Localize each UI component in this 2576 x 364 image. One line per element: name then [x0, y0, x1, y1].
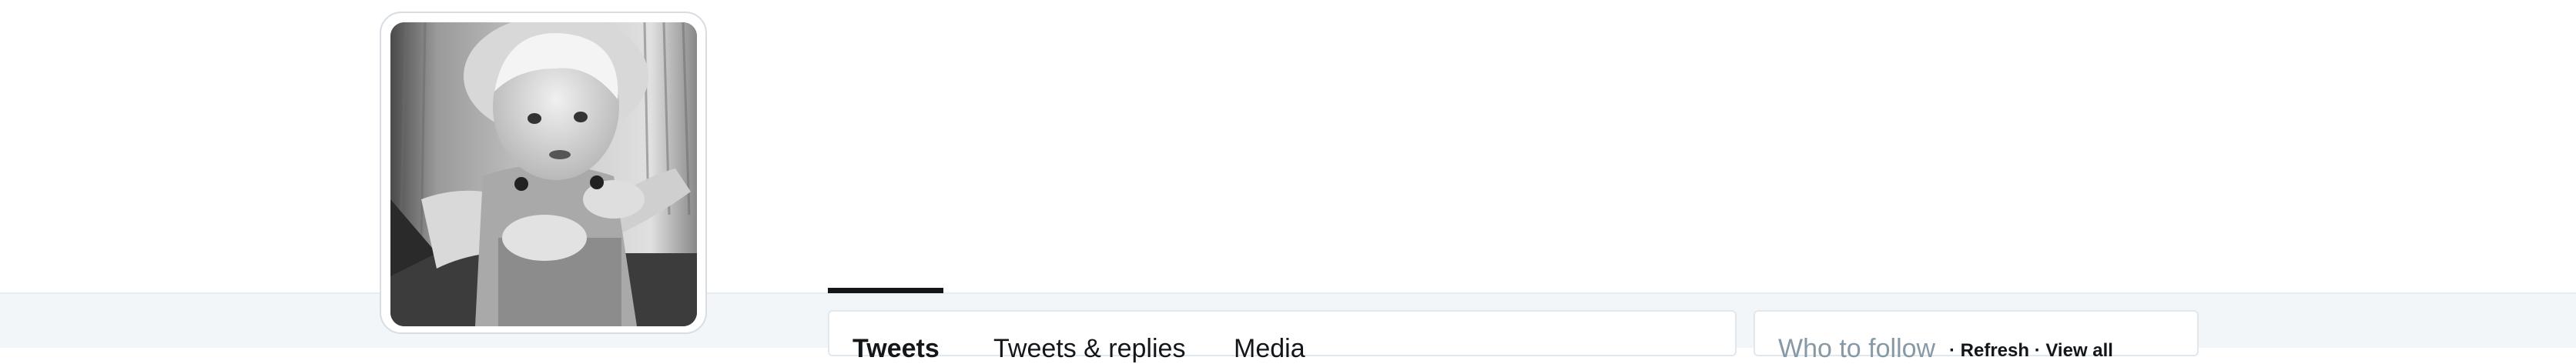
- avatar-frame[interactable]: [380, 12, 707, 334]
- who-to-follow-card: Who to follow · Refresh · View all: [1754, 310, 2199, 363]
- tab-tweets-and-replies[interactable]: Tweets & replies: [993, 333, 1185, 364]
- avatar[interactable]: [390, 22, 697, 326]
- refresh-view-all-links[interactable]: · Refresh · View all: [1949, 339, 2113, 362]
- profile-photo-child-icon: [390, 22, 697, 326]
- profile-tabs: Tweets Tweets & replies Media: [828, 310, 1737, 363]
- active-tab-indicator: [828, 288, 943, 293]
- who-to-follow-title: Who to follow: [1778, 334, 1936, 363]
- tab-media[interactable]: Media: [1234, 333, 1305, 364]
- tab-tweets[interactable]: Tweets: [853, 333, 940, 364]
